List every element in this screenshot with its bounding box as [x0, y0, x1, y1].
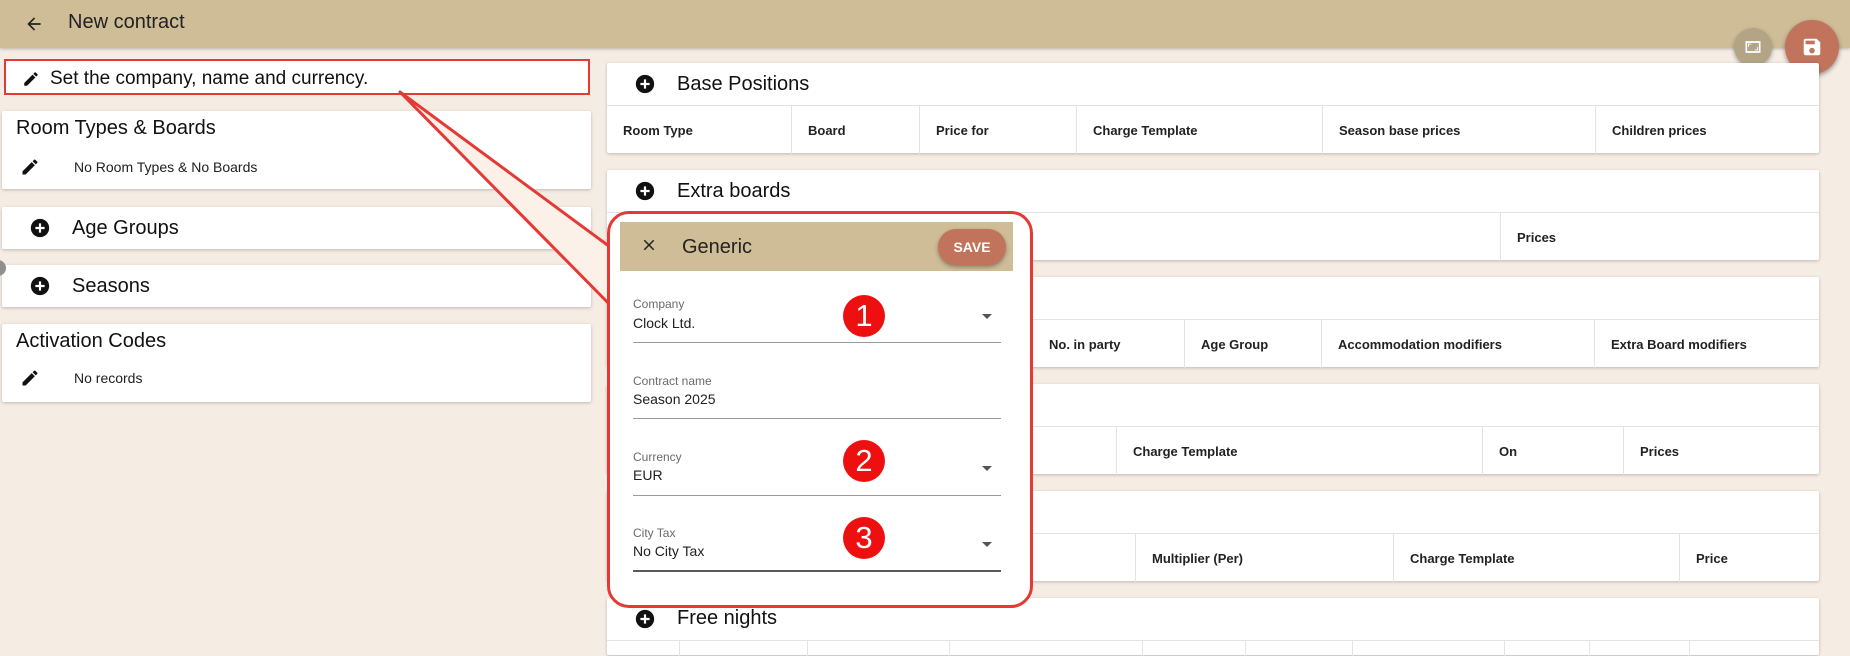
city-tax-select[interactable]: No City Tax	[633, 543, 704, 559]
contract-name-underline	[633, 418, 1001, 419]
chevron-down-icon[interactable]	[982, 314, 992, 319]
dialog-title: Generic	[682, 236, 753, 258]
chevron-down-icon[interactable]	[982, 466, 992, 471]
step-marker-2: 2	[843, 440, 885, 482]
company-label: Company	[633, 297, 685, 311]
close-icon	[643, 239, 655, 251]
city-tax-underline	[633, 570, 1001, 572]
contract-name-label: Contract name	[633, 374, 712, 388]
currency-label: Currency	[633, 450, 682, 464]
currency-underline	[633, 495, 1001, 496]
contract-name-input[interactable]: Season 2025	[633, 391, 716, 407]
step-marker-3: 3	[843, 517, 885, 559]
close-dialog-button[interactable]	[634, 230, 664, 260]
city-tax-label: City Tax	[633, 526, 676, 540]
dialog-save-button[interactable]: SAVE	[938, 229, 1006, 265]
chevron-down-icon[interactable]	[982, 542, 992, 547]
step-marker-1: 1	[843, 295, 885, 337]
currency-select[interactable]: EUR	[633, 467, 663, 483]
company-underline	[633, 342, 1001, 343]
company-select[interactable]: Clock Ltd.	[633, 315, 695, 331]
